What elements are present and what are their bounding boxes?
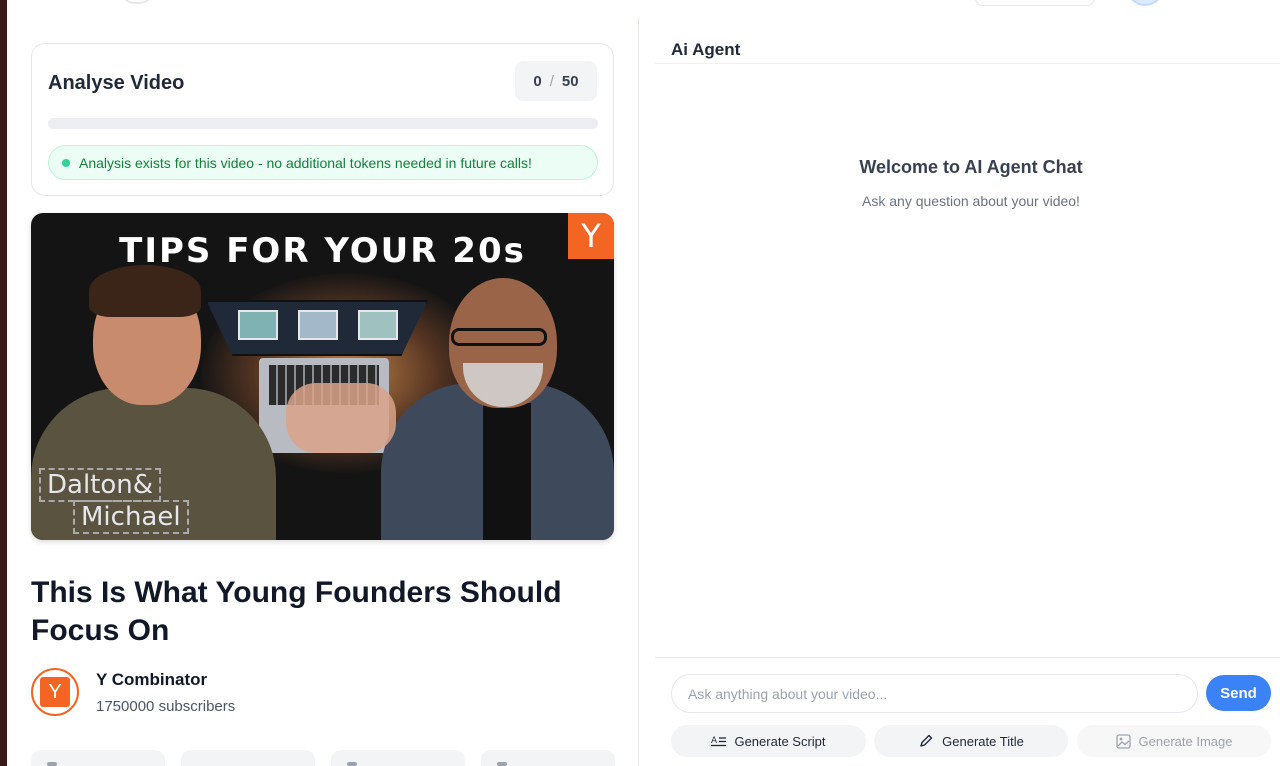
- analysis-status-text: Analysis exists for this video - no addi…: [79, 154, 532, 171]
- chat-welcome-subtitle: Ask any question about your video!: [862, 193, 1080, 209]
- token-count-used: 0: [533, 72, 542, 90]
- channel-name[interactable]: Y Combinator: [96, 670, 207, 690]
- send-button[interactable]: Send: [1206, 675, 1271, 711]
- pencil-icon: [920, 734, 933, 747]
- token-counter: 0 / 50: [515, 61, 597, 101]
- svg-text:A: A: [711, 736, 718, 746]
- user-avatar-partial[interactable]: [1126, 0, 1164, 6]
- window-edge: [0, 0, 7, 766]
- video-thumbnail[interactable]: TIPS FOR YOUR 20s Y Dalton& Michael: [31, 213, 614, 540]
- stat-icon: [497, 762, 507, 766]
- analysis-status-banner: Analysis exists for this video - no addi…: [48, 145, 598, 180]
- generate-script-button[interactable]: A Generate Script: [671, 725, 866, 757]
- thumbnail-screen-shot: [298, 310, 338, 340]
- chat-input[interactable]: [671, 674, 1198, 713]
- stat-icon: [47, 762, 57, 766]
- yc-logo-icon: Y: [568, 213, 614, 259]
- yc-logo-icon: Y: [40, 677, 70, 707]
- ai-agent-title: Ai Agent: [671, 40, 741, 59]
- generate-script-label: Generate Script: [734, 733, 826, 749]
- panel-divider: [638, 18, 639, 766]
- thumbnail-person-right-shirt: [483, 403, 531, 540]
- token-count-total: 50: [561, 72, 579, 90]
- thumbnail-person-left-hair: [89, 265, 201, 317]
- image-icon: [1115, 733, 1131, 749]
- video-title: This Is What Young Founders Should Focus…: [31, 576, 562, 647]
- thumbnail-laptop-screen: [206, 300, 428, 356]
- script-icon: A: [711, 736, 727, 747]
- stat-icon: [347, 762, 357, 766]
- thumbnail-name-line1: Dalton&: [39, 468, 162, 502]
- analyse-video-title: Analyse Video: [48, 72, 185, 94]
- token-count-separator: /: [549, 72, 554, 90]
- agent-header-divider: [655, 63, 1280, 64]
- chat-input-divider: [655, 657, 1280, 658]
- thumbnail-person-right-glasses: [451, 328, 547, 346]
- header-logo-partial: [124, 0, 150, 4]
- analysis-progress-bar: [48, 118, 598, 129]
- thumbnail-screen-shot: [238, 310, 278, 340]
- thumbnail-hands: [286, 383, 396, 453]
- generate-title-label: Generate Title: [942, 733, 1024, 749]
- generate-title-button[interactable]: Generate Title: [874, 725, 1068, 757]
- generate-image-button[interactable]: Generate Image: [1077, 725, 1271, 757]
- thumbnail-screen-shot: [358, 310, 398, 340]
- video-stat-card: [31, 750, 165, 766]
- channel-subscriber-count: 1750000 subscribers: [96, 698, 236, 715]
- video-stat-card: [331, 750, 465, 766]
- generate-image-label: Generate Image: [1138, 733, 1233, 749]
- thumbnail-headline: TIPS FOR YOUR 20s: [119, 231, 526, 271]
- channel-avatar[interactable]: Y: [31, 668, 79, 716]
- analyse-video-card: Analyse Video 0 / 50 Analysis exists for…: [31, 43, 614, 196]
- video-stat-card: [481, 750, 615, 766]
- status-dot-icon: [62, 158, 70, 167]
- video-stat-card: [181, 750, 315, 766]
- header-button-partial[interactable]: [975, 0, 1095, 6]
- chat-welcome-title: Welcome to AI Agent Chat: [859, 157, 1083, 177]
- thumbnail-name-line2: Michael: [73, 500, 189, 534]
